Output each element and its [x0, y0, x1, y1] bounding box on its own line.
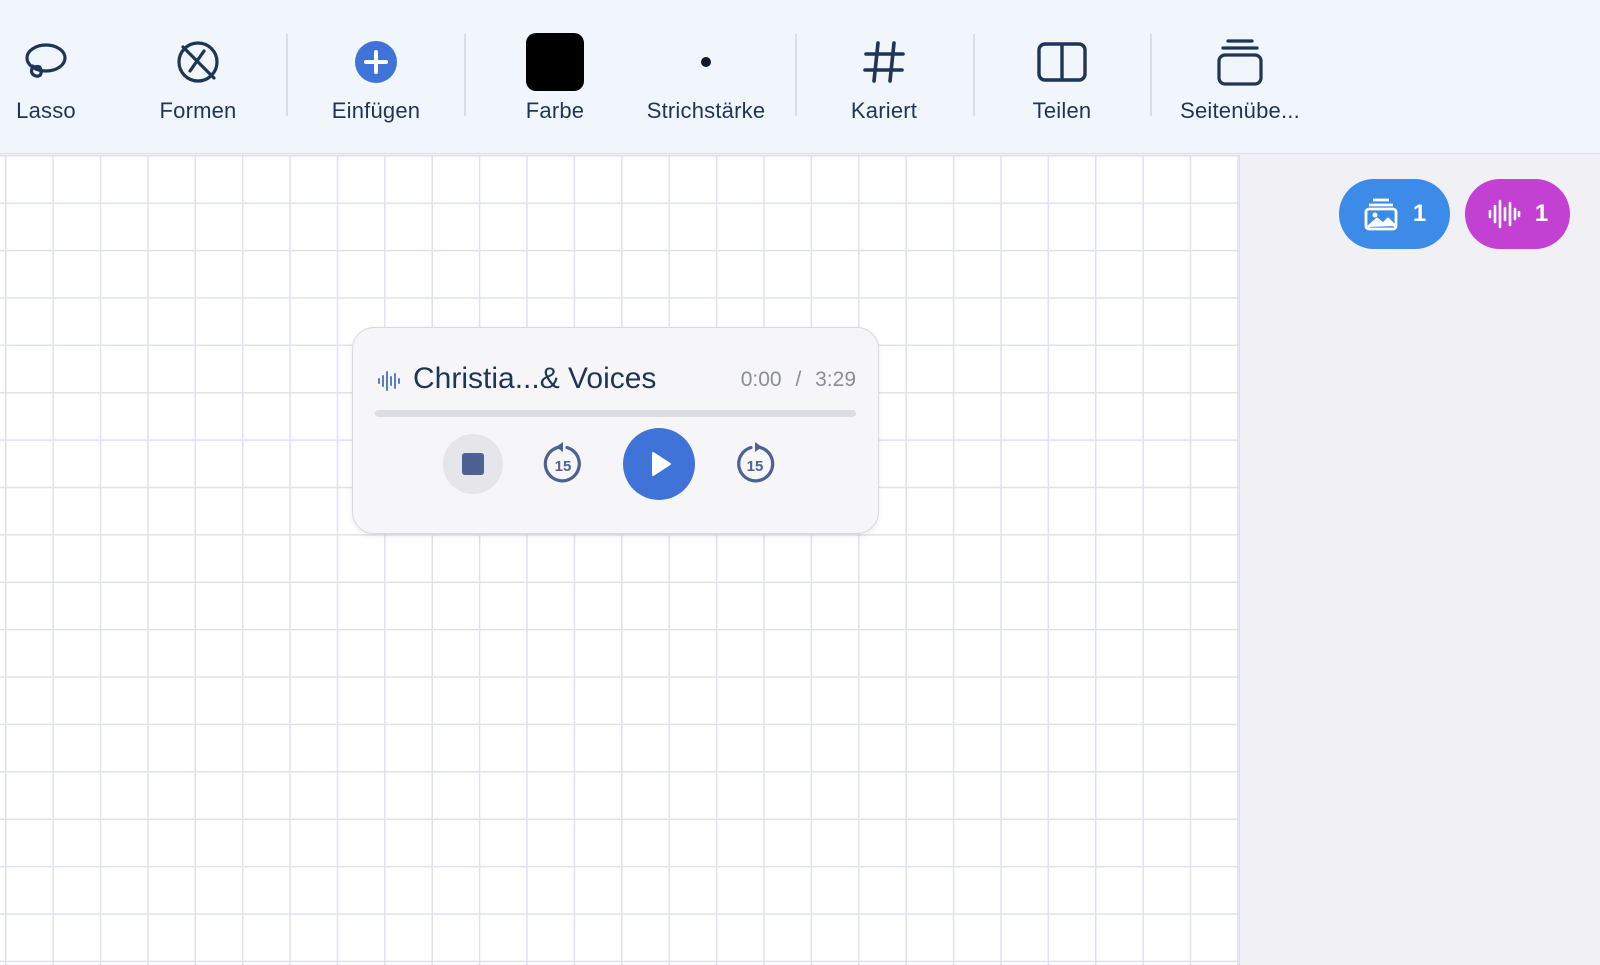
color-swatch-icon: [526, 32, 584, 92]
lasso-tool[interactable]: Lasso: [0, 0, 92, 154]
color-tool[interactable]: Farbe: [510, 0, 600, 154]
skip-forward-icon: 15: [737, 442, 775, 483]
images-count: 1: [1412, 200, 1427, 227]
audio-title: Christia...& Voices: [413, 362, 657, 395]
grid-hash-icon: [862, 32, 906, 92]
shapes-tool[interactable]: Formen: [148, 0, 248, 154]
play-button[interactable]: [623, 428, 695, 500]
page-overview-tool[interactable]: Seitenübe...: [1170, 0, 1310, 154]
current-time: 0:00: [740, 368, 782, 391]
split-tool[interactable]: Teilen: [1012, 0, 1112, 154]
shapes-label: Formen: [159, 98, 237, 123]
split-label: Teilen: [1032, 98, 1092, 123]
shapes-off-icon: [174, 32, 222, 92]
lasso-label: Lasso: [16, 98, 76, 123]
stop-button[interactable]: [443, 434, 503, 494]
skip-back-seconds: 15: [555, 458, 572, 475]
stroke-width-label: Strichstärke: [646, 98, 766, 123]
color-label: Farbe: [525, 98, 585, 123]
grid-tool[interactable]: Kariert: [834, 0, 934, 154]
images-badge[interactable]: 1: [1339, 179, 1450, 249]
audio-count: 1: [1534, 200, 1549, 227]
separator: [1150, 34, 1152, 116]
time-separator: /: [795, 368, 802, 391]
skip-forward-button[interactable]: 15: [731, 440, 779, 488]
waveform-icon: [378, 371, 400, 391]
stroke-dot-icon: [701, 32, 711, 92]
skip-back-icon: 15: [543, 442, 581, 483]
page-stack-icon: [1216, 32, 1264, 92]
skip-forward-seconds: 15: [747, 458, 764, 475]
separator: [973, 34, 975, 116]
insert-label: Einfügen: [331, 98, 421, 123]
grid-canvas[interactable]: [0, 155, 1240, 965]
toolbar: Lasso Formen Einfügen Farbe Strichstärke…: [0, 0, 1600, 154]
insert-tool[interactable]: Einfügen: [318, 0, 434, 154]
duration: 3:29: [815, 368, 856, 391]
separator: [464, 34, 466, 116]
stroke-width-tool[interactable]: Strichstärke: [634, 0, 778, 154]
plus-circle-icon: [353, 32, 399, 92]
separator: [795, 34, 797, 116]
skip-back-button[interactable]: 15: [539, 440, 587, 488]
split-view-icon: [1036, 32, 1088, 92]
waveform-icon: [1488, 199, 1521, 229]
images-icon: [1364, 198, 1398, 231]
audio-badge[interactable]: 1: [1465, 179, 1570, 249]
grid-label: Kariert: [850, 98, 918, 123]
separator: [286, 34, 288, 116]
audio-time: 0:00 / 3:29: [741, 368, 856, 392]
lasso-icon: [23, 32, 69, 92]
page-overview-label: Seitenübe...: [1180, 98, 1300, 123]
audio-player[interactable]: Christia...& Voices 0:00 / 3:29 15 15: [352, 327, 879, 534]
stop-icon: [462, 453, 484, 475]
play-icon: [652, 452, 671, 476]
progress-track[interactable]: [375, 410, 856, 417]
